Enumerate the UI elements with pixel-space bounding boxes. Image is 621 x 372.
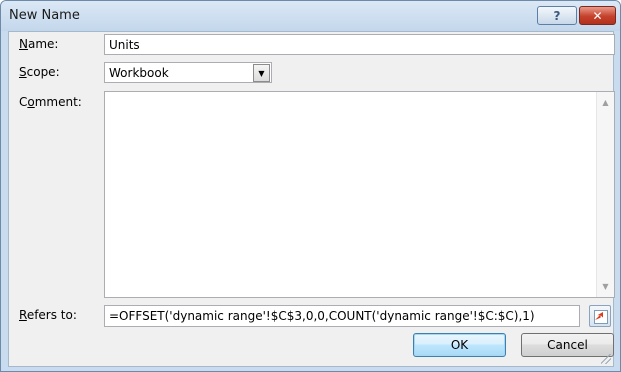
comment-scrollbar[interactable]: ▲ ▼ bbox=[596, 92, 614, 297]
close-icon: ✕ bbox=[592, 8, 603, 23]
refers-to-label: Refers to: bbox=[19, 308, 77, 322]
chevron-down-icon[interactable]: ▼ bbox=[253, 64, 270, 82]
collapse-dialog-icon bbox=[594, 310, 608, 324]
new-name-dialog: New Name ? ✕ Name: Units Scope: Workbook… bbox=[0, 0, 621, 372]
collapse-dialog-button[interactable] bbox=[589, 305, 611, 327]
name-label: Name: bbox=[19, 37, 59, 51]
dialog-title: New Name bbox=[9, 8, 80, 23]
scope-value: Workbook bbox=[109, 66, 169, 80]
scroll-up-icon[interactable]: ▲ bbox=[597, 94, 614, 111]
close-button[interactable]: ✕ bbox=[579, 6, 616, 25]
dialog-body: Name: Units Scope: Workbook ▼ Comment: ▲… bbox=[8, 31, 615, 367]
scope-label: Scope: bbox=[19, 65, 60, 79]
help-button[interactable]: ? bbox=[537, 6, 577, 25]
resize-grip-icon[interactable] bbox=[601, 354, 611, 364]
refers-to-input[interactable]: =OFFSET('dynamic range'!$C$3,0,0,COUNT('… bbox=[104, 305, 580, 327]
ok-button[interactable]: OK bbox=[413, 333, 506, 357]
comment-textarea[interactable]: ▲ ▼ bbox=[104, 91, 615, 298]
scroll-down-icon[interactable]: ▼ bbox=[597, 278, 614, 295]
title-bar[interactable]: New Name ? ✕ bbox=[1, 1, 620, 31]
name-input[interactable]: Units bbox=[104, 34, 615, 55]
help-icon: ? bbox=[553, 8, 561, 23]
scope-select[interactable]: Workbook ▼ bbox=[104, 62, 272, 83]
comment-label: Comment: bbox=[19, 95, 82, 109]
